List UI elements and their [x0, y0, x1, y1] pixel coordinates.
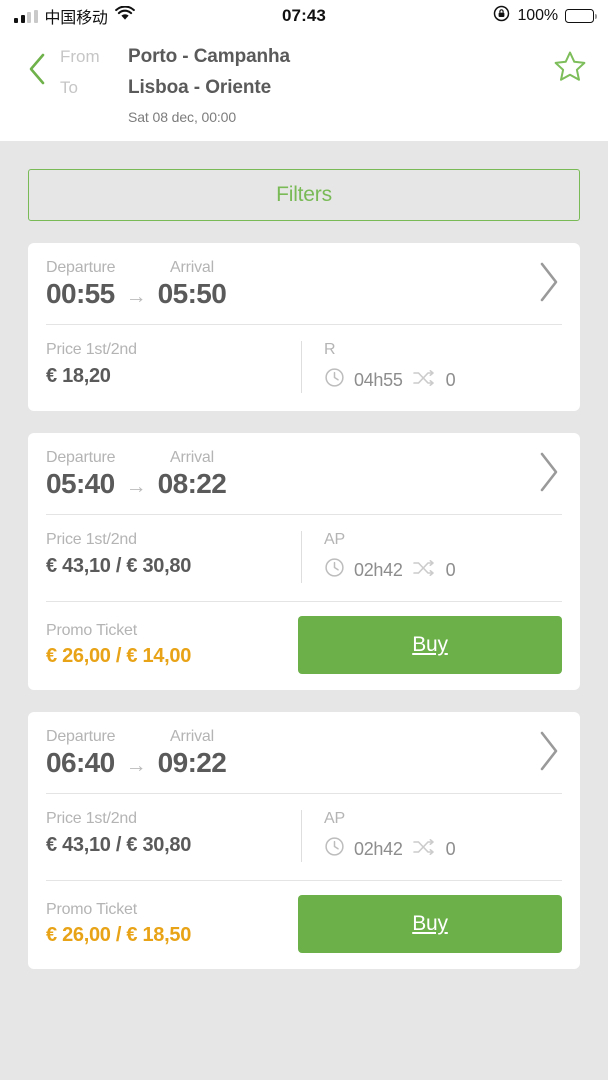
clock-icon	[324, 367, 345, 393]
transfers-count: 0	[446, 839, 456, 860]
departure-time: 05:40	[46, 468, 115, 500]
time-labels: Departure Arrival	[46, 728, 510, 746]
promo-label: Promo Ticket	[46, 622, 298, 640]
promo-label: Promo Ticket	[46, 901, 298, 919]
transfer-shuffle-icon	[412, 838, 437, 861]
departure-label: Departure	[46, 259, 170, 277]
buy-button[interactable]: Buy	[298, 616, 562, 674]
departure-time: 00:55	[46, 278, 115, 310]
from-label: From	[60, 41, 128, 72]
arrival-time: 09:22	[158, 747, 227, 779]
chevron-right-icon	[536, 729, 562, 778]
train-card[interactable]: Departure Arrival 05:40 → 08:22	[28, 433, 580, 690]
transfers-count: 0	[446, 560, 456, 581]
time-values: 00:55 → 05:50	[46, 278, 510, 310]
buy-button[interactable]: Buy	[298, 895, 562, 953]
arrival-time: 05:50	[158, 278, 227, 310]
promo-row: Promo Ticket € 26,00 / € 14,00 Buy	[28, 602, 580, 690]
departure-label: Departure	[46, 728, 170, 746]
train-price-row: Price 1st/2nd € 43,10 / € 30,80 AP 02h42	[28, 794, 580, 880]
train-meta-row: 02h42 0	[324, 836, 562, 862]
times-column: Departure Arrival 06:40 → 09:22	[46, 728, 510, 779]
clock-icon	[324, 557, 345, 583]
promo-row: Promo Ticket € 26,00 / € 18,50 Buy	[28, 881, 580, 969]
train-meta-row: 02h42 0	[324, 557, 562, 583]
duration-value: 02h42	[354, 839, 403, 860]
time-values: 05:40 → 08:22	[46, 468, 510, 500]
price-value: € 18,20	[46, 365, 289, 388]
card-detail-button[interactable]	[510, 729, 562, 778]
status-bar-right: 100%	[493, 5, 594, 27]
duration-value: 02h42	[354, 560, 403, 581]
promo-price: € 26,00 / € 14,00	[46, 645, 298, 668]
duration-value: 04h55	[354, 370, 403, 391]
price-label: Price 1st/2nd	[46, 531, 289, 549]
arrival-time: 08:22	[158, 468, 227, 500]
times-column: Departure Arrival 05:40 → 08:22	[46, 449, 510, 500]
transfer-shuffle-icon	[412, 369, 437, 392]
price-label: Price 1st/2nd	[46, 341, 289, 359]
filters-button[interactable]: Filters	[28, 169, 580, 221]
chevron-right-icon	[536, 450, 562, 499]
route-details[interactable]: From Porto - Campanha To Lisboa - Orient…	[60, 38, 546, 125]
train-type-column: AP 02h42	[301, 531, 562, 583]
card-detail-button[interactable]	[510, 450, 562, 499]
arrow-right-icon: →	[126, 475, 147, 499]
train-times-row: Departure Arrival 06:40 → 09:22	[28, 712, 580, 793]
train-type-column: AP 02h42	[301, 810, 562, 862]
results-content: Filters Departure Arrival 00:55 → 05:50	[0, 141, 608, 969]
chevron-right-icon	[536, 260, 562, 309]
transfers-count: 0	[446, 370, 456, 391]
time-labels: Departure Arrival	[46, 449, 510, 467]
route-from-row: From Porto - Campanha	[60, 41, 546, 72]
train-times-row: Departure Arrival 05:40 → 08:22	[28, 433, 580, 514]
travel-date: Sat 08 dec, 00:00	[128, 109, 546, 125]
train-type: AP	[324, 810, 562, 828]
train-type-column: R 04h55	[301, 341, 562, 393]
arrival-label: Arrival	[170, 728, 214, 746]
price-value: € 43,10 / € 30,80	[46, 834, 289, 857]
departure-time: 06:40	[46, 747, 115, 779]
card-detail-button[interactable]	[510, 260, 562, 309]
departure-label: Departure	[46, 449, 170, 467]
price-column: Price 1st/2nd € 43,10 / € 30,80	[46, 810, 301, 862]
price-column: Price 1st/2nd € 18,20	[46, 341, 301, 393]
promo-price: € 26,00 / € 18,50	[46, 924, 298, 947]
times-column: Departure Arrival 00:55 → 05:50	[46, 259, 510, 310]
back-button[interactable]	[14, 38, 60, 91]
train-times-row: Departure Arrival 00:55 → 05:50	[28, 243, 580, 324]
price-column: Price 1st/2nd € 43,10 / € 30,80	[46, 531, 301, 583]
star-outline-icon	[553, 50, 587, 88]
clock-icon	[324, 836, 345, 862]
train-type: AP	[324, 531, 562, 549]
train-price-row: Price 1st/2nd € 18,20 R 04h55	[28, 325, 580, 411]
arrival-label: Arrival	[170, 449, 214, 467]
train-meta-row: 04h55 0	[324, 367, 562, 393]
train-card[interactable]: Departure Arrival 00:55 → 05:50	[28, 243, 580, 411]
route-to-row: To Lisboa - Oriente	[60, 72, 546, 103]
battery-percent-label: 100%	[517, 7, 558, 25]
promo-column: Promo Ticket € 26,00 / € 18,50	[46, 901, 298, 947]
status-bar: 中国移动 07:43 100%	[0, 0, 608, 32]
arrival-label: Arrival	[170, 259, 214, 277]
promo-column: Promo Ticket € 26,00 / € 14,00	[46, 622, 298, 668]
route-header: From Porto - Campanha To Lisboa - Orient…	[0, 32, 608, 141]
train-price-row: Price 1st/2nd € 43,10 / € 30,80 AP 02h42	[28, 515, 580, 601]
time-labels: Departure Arrival	[46, 259, 510, 277]
time-values: 06:40 → 09:22	[46, 747, 510, 779]
favorite-button[interactable]	[546, 38, 594, 88]
train-type: R	[324, 341, 562, 359]
transfer-shuffle-icon	[412, 559, 437, 582]
price-label: Price 1st/2nd	[46, 810, 289, 828]
to-label: To	[60, 72, 128, 103]
rotation-lock-icon	[493, 5, 510, 27]
from-station: Porto - Campanha	[128, 41, 290, 72]
arrow-right-icon: →	[126, 285, 147, 309]
battery-icon	[565, 9, 594, 23]
train-card[interactable]: Departure Arrival 06:40 → 09:22	[28, 712, 580, 969]
price-value: € 43,10 / € 30,80	[46, 555, 289, 578]
chevron-left-icon	[26, 52, 48, 91]
to-station: Lisboa - Oriente	[128, 72, 271, 103]
arrow-right-icon: →	[126, 754, 147, 778]
